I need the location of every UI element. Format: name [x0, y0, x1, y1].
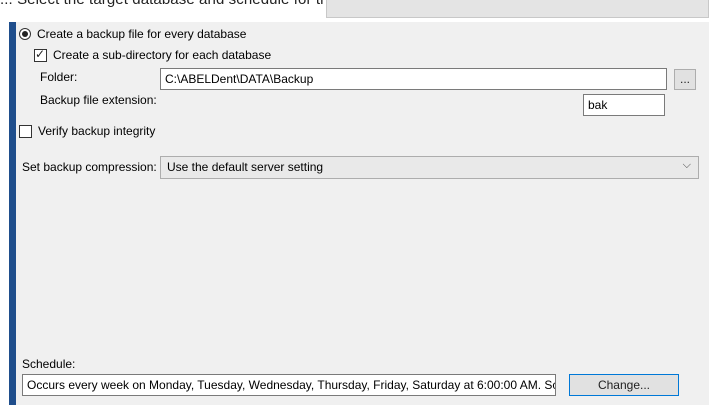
top-partial-area: ... Select the target database and sched… [0, 0, 709, 22]
schedule-description-field[interactable]: Occurs every week on Monday, Tuesday, We… [22, 374, 556, 396]
backup-per-database-label: Create a backup file for every database [37, 27, 247, 41]
change-schedule-button[interactable]: Change... [569, 374, 679, 396]
checkbox-unchecked-icon[interactable] [19, 124, 32, 138]
verify-integrity-option[interactable]: Verify backup integrity [19, 124, 155, 138]
folder-input[interactable]: C:\ABELDent\DATA\Backup [160, 68, 667, 90]
folder-label: Folder: [40, 70, 78, 84]
compression-select-value: Use the default server setting [167, 160, 324, 174]
top-partial-field [326, 0, 709, 18]
extension-label: Backup file extension: [40, 93, 157, 107]
backup-options-panel: Create a backup file for every database … [9, 22, 709, 405]
chevron-down-icon: ⌵ [682, 159, 691, 171]
radio-selected-icon[interactable] [19, 28, 31, 40]
subdir-per-database-option[interactable]: ✓ Create a sub-directory for each databa… [34, 47, 272, 62]
verify-integrity-label: Verify backup integrity [38, 124, 156, 138]
subdir-per-database-label: Create a sub-directory for each database [53, 48, 272, 62]
extension-input[interactable]: bak [583, 94, 665, 116]
schedule-label: Schedule: [22, 357, 76, 371]
browse-folder-button[interactable]: ... [674, 69, 696, 90]
accent-side-bar [9, 22, 16, 405]
compression-select[interactable]: Use the default server setting ⌵ [160, 156, 699, 179]
compression-label: Set backup compression: [22, 160, 157, 174]
backup-per-database-option[interactable]: Create a backup file for every database [19, 27, 246, 41]
checkbox-checked-icon[interactable]: ✓ [34, 47, 47, 62]
